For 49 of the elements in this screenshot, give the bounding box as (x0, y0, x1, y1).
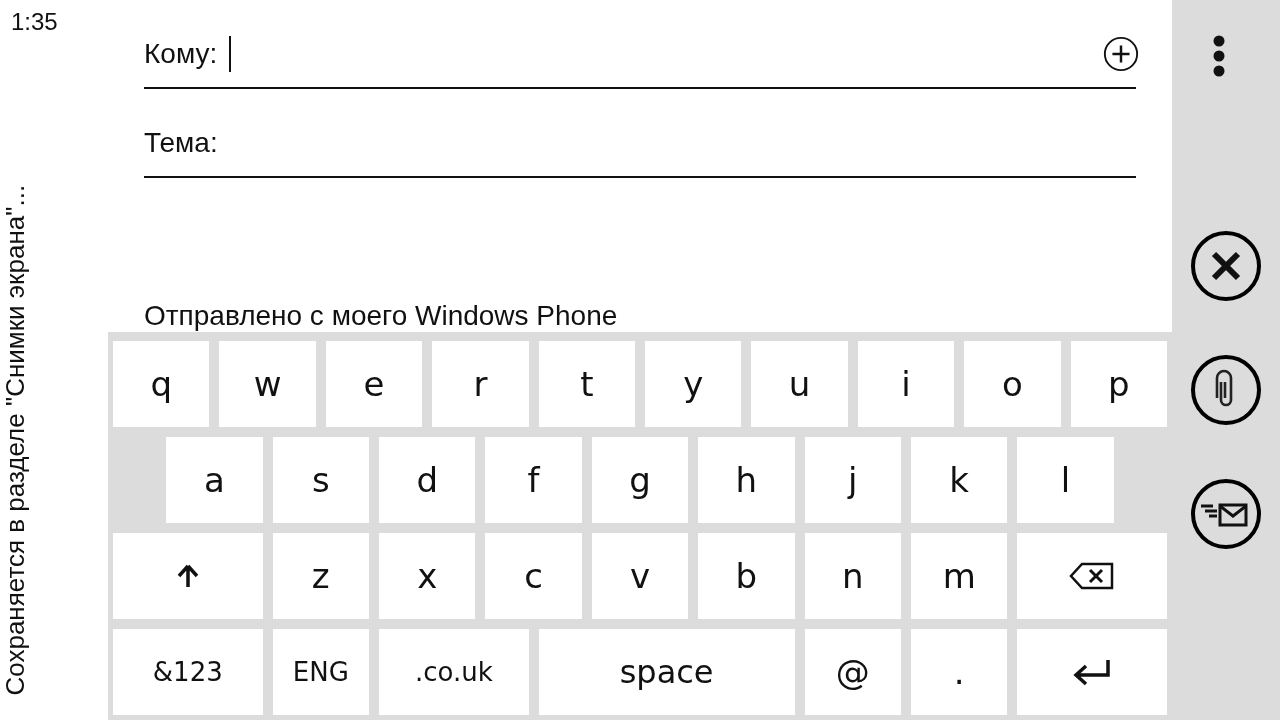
key[interactable]: k (911, 437, 1008, 523)
backspace-icon (1069, 561, 1116, 591)
to-label: Кому: (144, 37, 218, 70)
space-key[interactable]: space (538, 629, 795, 715)
key[interactable]: p (1070, 341, 1167, 427)
key[interactable]: n (804, 533, 901, 619)
key[interactable]: .co.uk (379, 629, 529, 715)
notification-text: Сохраняется в разделе "Снимки экрана"... (0, 183, 31, 696)
add-icon[interactable] (1102, 34, 1140, 73)
key[interactable]: a (166, 437, 263, 523)
key[interactable]: v (591, 533, 689, 619)
key[interactable]: o (964, 341, 1061, 427)
key[interactable]: w (219, 341, 316, 427)
enter-key[interactable] (1017, 629, 1167, 715)
subject-field[interactable]: Тема: (144, 89, 1136, 178)
key[interactable]: . (911, 629, 1008, 715)
key[interactable]: g (591, 437, 689, 523)
key[interactable]: q (113, 341, 210, 427)
key[interactable]: y (645, 341, 742, 427)
more-icon[interactable] (1212, 34, 1226, 78)
key[interactable]: r (432, 341, 529, 427)
key[interactable]: s (272, 437, 369, 523)
key[interactable]: m (911, 533, 1008, 619)
subject-label: Тема: (144, 126, 218, 159)
key[interactable]: i (857, 341, 955, 427)
status-time: 1:35 (11, 8, 58, 36)
signature-text: Отправлено с моего Windows Phone (144, 300, 619, 332)
key[interactable]: z (272, 533, 369, 619)
key[interactable]: b (698, 533, 795, 619)
language-key[interactable]: ENG (272, 629, 369, 715)
shift-arrow-icon (175, 563, 200, 589)
key[interactable]: u (751, 341, 848, 427)
key[interactable]: t (538, 341, 635, 427)
enter-icon (1072, 658, 1113, 686)
key[interactable]: f (485, 437, 582, 523)
key[interactable]: c (485, 533, 582, 619)
close-button[interactable] (1190, 230, 1262, 302)
paperclip-button[interactable] (1190, 354, 1262, 426)
key[interactable]: d (379, 437, 476, 523)
key[interactable]: &123 (113, 629, 263, 715)
key[interactable]: h (698, 437, 795, 523)
key[interactable]: j (804, 437, 901, 523)
key[interactable]: e (325, 341, 423, 427)
to-field[interactable]: Кому: (144, 0, 1136, 89)
key[interactable]: x (379, 533, 476, 619)
backspace-key[interactable] (1017, 533, 1167, 619)
key[interactable]: l (1017, 437, 1114, 523)
key[interactable]: @ (804, 629, 901, 715)
send-button[interactable] (1190, 478, 1262, 550)
